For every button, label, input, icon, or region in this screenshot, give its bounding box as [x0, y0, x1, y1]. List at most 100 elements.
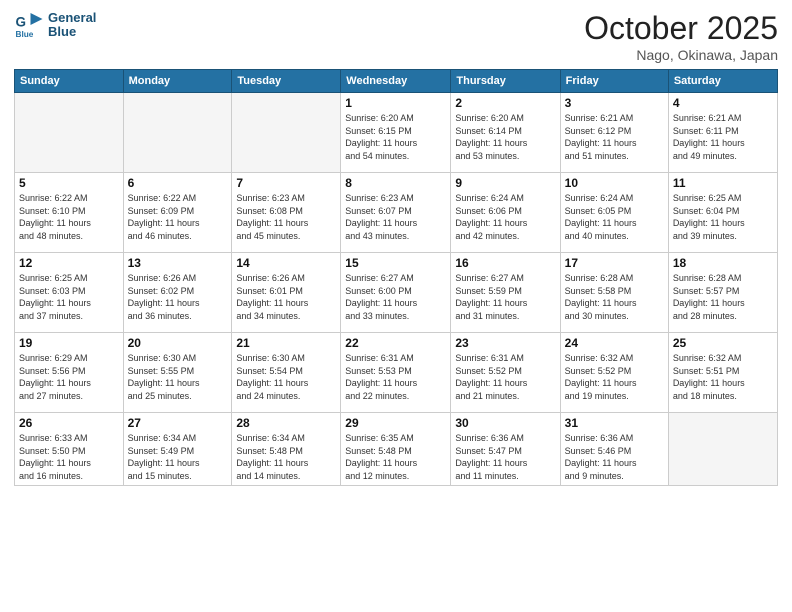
day-number: 24 — [565, 336, 664, 350]
title-block: October 2025 Nago, Okinawa, Japan — [584, 10, 778, 63]
day-info: Sunrise: 6:30 AMSunset: 5:55 PMDaylight:… — [128, 352, 228, 402]
calendar-cell: 13Sunrise: 6:26 AMSunset: 6:02 PMDayligh… — [123, 253, 232, 333]
day-info: Sunrise: 6:28 AMSunset: 5:58 PMDaylight:… — [565, 272, 664, 322]
calendar-cell: 14 Sunrise: 6:26 AMSunset: 6:01 PMDayligh… — [232, 253, 341, 333]
calendar: Sunday Monday Tuesday Wednesday Thursday… — [14, 69, 778, 486]
day-number: 19 — [19, 336, 119, 350]
day-number: 7 — [236, 176, 336, 190]
calendar-cell: 23 Sunrise: 6:31 AMSunset: 5:52 PMDayligh… — [451, 333, 560, 413]
calendar-cell: 20 Sunrise: 6:30 AMSunset: 5:55 PMDayligh… — [123, 333, 232, 413]
day-number: 9 — [455, 176, 555, 190]
day-number: 15 — [345, 256, 446, 270]
svg-text:Blue: Blue — [16, 30, 34, 39]
day-info: Sunrise: 6:31 AMSunset: 5:53 PMDaylight:… — [345, 352, 446, 402]
calendar-cell: 30Sunrise: 6:36 AMSunset: 5:47 PMDayligh… — [451, 413, 560, 486]
calendar-cell — [15, 93, 124, 173]
calendar-cell: 10 Sunrise: 6:24 AMSunset: 6:05 PMDayligh… — [560, 173, 668, 253]
day-info: Sunrise: 6:34 AMSunset: 5:48 PMDaylight:… — [236, 432, 336, 482]
day-info: Sunrise: 6:31 AMSunset: 5:52 PMDaylight:… — [455, 352, 555, 402]
day-number: 26 — [19, 416, 119, 430]
day-info: Sunrise: 6:30 AMSunset: 5:54 PMDaylight:… — [236, 352, 336, 402]
calendar-cell: 19Sunrise: 6:29 AMSunset: 5:56 PMDayligh… — [15, 333, 124, 413]
calendar-cell — [668, 413, 777, 486]
location: Nago, Okinawa, Japan — [584, 47, 778, 63]
day-info: Sunrise: 6:32 AMSunset: 5:52 PMDaylight:… — [565, 352, 664, 402]
day-info: Sunrise: 6:23 AMSunset: 6:08 PMDaylight:… — [236, 192, 336, 242]
day-info: Sunrise: 6:22 AMSunset: 6:09 PMDaylight:… — [128, 192, 228, 242]
calendar-cell: 8 Sunrise: 6:23 AMSunset: 6:07 PMDaylight… — [341, 173, 451, 253]
day-number: 3 — [565, 96, 664, 110]
header-friday: Friday — [560, 70, 668, 93]
calendar-cell: 17 Sunrise: 6:28 AMSunset: 5:58 PMDayligh… — [560, 253, 668, 333]
day-number: 13 — [128, 256, 228, 270]
day-info: Sunrise: 6:20 AMSunset: 6:15 PMDaylight:… — [345, 112, 446, 162]
day-number: 12 — [19, 256, 119, 270]
calendar-cell: 7 Sunrise: 6:23 AMSunset: 6:08 PMDaylight… — [232, 173, 341, 253]
day-number: 31 — [565, 416, 664, 430]
header-saturday: Saturday — [668, 70, 777, 93]
day-number: 18 — [673, 256, 773, 270]
day-number: 20 — [128, 336, 228, 350]
header-thursday: Thursday — [451, 70, 560, 93]
logo: G Blue General Blue — [14, 10, 96, 40]
calendar-cell: 21 Sunrise: 6:30 AMSunset: 5:54 PMDayligh… — [232, 333, 341, 413]
day-info: Sunrise: 6:25 AMSunset: 6:03 PMDaylight:… — [19, 272, 119, 322]
day-number: 6 — [128, 176, 228, 190]
logo-icon: G Blue — [14, 10, 44, 40]
weekday-header-row: Sunday Monday Tuesday Wednesday Thursday… — [15, 70, 778, 93]
day-number: 17 — [565, 256, 664, 270]
day-number: 4 — [673, 96, 773, 110]
day-info: Sunrise: 6:36 AMSunset: 5:47 PMDaylight:… — [455, 432, 555, 482]
header-tuesday: Tuesday — [232, 70, 341, 93]
calendar-cell: 9 Sunrise: 6:24 AMSunset: 6:06 PMDaylight… — [451, 173, 560, 253]
day-info: Sunrise: 6:26 AMSunset: 6:01 PMDaylight:… — [236, 272, 336, 322]
month-title: October 2025 — [584, 10, 778, 47]
day-number: 25 — [673, 336, 773, 350]
day-info: Sunrise: 6:24 AMSunset: 6:06 PMDaylight:… — [455, 192, 555, 242]
calendar-cell: 27Sunrise: 6:34 AMSunset: 5:49 PMDayligh… — [123, 413, 232, 486]
day-info: Sunrise: 6:33 AMSunset: 5:50 PMDaylight:… — [19, 432, 119, 482]
calendar-cell: 6 Sunrise: 6:22 AMSunset: 6:09 PMDaylight… — [123, 173, 232, 253]
logo-blue: Blue — [48, 25, 96, 39]
calendar-cell: 3 Sunrise: 6:21 AMSunset: 6:12 PMDaylight… — [560, 93, 668, 173]
day-number: 27 — [128, 416, 228, 430]
header: G Blue General Blue October 2025 Nago, O… — [14, 10, 778, 63]
day-number: 22 — [345, 336, 446, 350]
calendar-cell: 22 Sunrise: 6:31 AMSunset: 5:53 PMDayligh… — [341, 333, 451, 413]
calendar-cell: 1Sunrise: 6:20 AMSunset: 6:15 PMDaylight… — [341, 93, 451, 173]
page: G Blue General Blue October 2025 Nago, O… — [0, 0, 792, 612]
header-monday: Monday — [123, 70, 232, 93]
day-info: Sunrise: 6:22 AMSunset: 6:10 PMDaylight:… — [19, 192, 119, 242]
day-info: Sunrise: 6:25 AMSunset: 6:04 PMDaylight:… — [673, 192, 773, 242]
calendar-cell: 2Sunrise: 6:20 AMSunset: 6:14 PMDaylight… — [451, 93, 560, 173]
day-number: 2 — [455, 96, 555, 110]
day-info: Sunrise: 6:21 AMSunset: 6:11 PMDaylight:… — [673, 112, 773, 162]
day-info: Sunrise: 6:24 AMSunset: 6:05 PMDaylight:… — [565, 192, 664, 242]
day-number: 10 — [565, 176, 664, 190]
day-number: 16 — [455, 256, 555, 270]
day-number: 21 — [236, 336, 336, 350]
day-number: 8 — [345, 176, 446, 190]
day-info: Sunrise: 6:23 AMSunset: 6:07 PMDaylight:… — [345, 192, 446, 242]
calendar-cell: 12 Sunrise: 6:25 AMSunset: 6:03 PMDayligh… — [15, 253, 124, 333]
calendar-cell: 29 Sunrise: 6:35 AMSunset: 5:48 PMDayligh… — [341, 413, 451, 486]
day-number: 23 — [455, 336, 555, 350]
header-wednesday: Wednesday — [341, 70, 451, 93]
calendar-cell: 16 Sunrise: 6:27 AMSunset: 5:59 PMDayligh… — [451, 253, 560, 333]
calendar-cell: 26 Sunrise: 6:33 AMSunset: 5:50 PMDayligh… — [15, 413, 124, 486]
day-info: Sunrise: 6:21 AMSunset: 6:12 PMDaylight:… — [565, 112, 664, 162]
calendar-cell: 5Sunrise: 6:22 AMSunset: 6:10 PMDaylight… — [15, 173, 124, 253]
calendar-cell: 18Sunrise: 6:28 AMSunset: 5:57 PMDayligh… — [668, 253, 777, 333]
calendar-cell: 11 Sunrise: 6:25 AMSunset: 6:04 PMDayligh… — [668, 173, 777, 253]
day-number: 28 — [236, 416, 336, 430]
svg-text:G: G — [16, 15, 27, 30]
day-info: Sunrise: 6:35 AMSunset: 5:48 PMDaylight:… — [345, 432, 446, 482]
calendar-cell — [232, 93, 341, 173]
day-number: 29 — [345, 416, 446, 430]
logo-general: General — [48, 11, 96, 25]
calendar-cell: 31Sunrise: 6:36 AMSunset: 5:46 PMDayligh… — [560, 413, 668, 486]
day-number: 14 — [236, 256, 336, 270]
calendar-cell: 28 Sunrise: 6:34 AMSunset: 5:48 PMDayligh… — [232, 413, 341, 486]
day-info: Sunrise: 6:27 AMSunset: 5:59 PMDaylight:… — [455, 272, 555, 322]
day-number: 11 — [673, 176, 773, 190]
